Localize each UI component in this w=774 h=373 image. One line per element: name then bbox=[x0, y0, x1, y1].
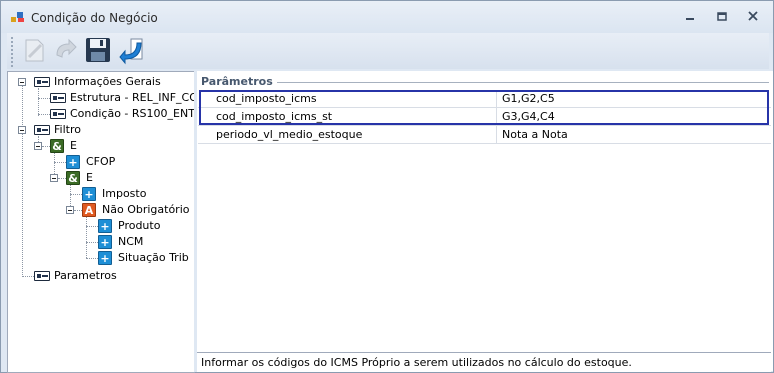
plus-condition-icon: + bbox=[66, 155, 80, 169]
app-icon bbox=[11, 12, 24, 22]
tree-item-condicao[interactable]: Condição - RS100_ENTR bbox=[8, 106, 195, 122]
collapse-icon[interactable] bbox=[34, 142, 42, 150]
tree-item-label: Situação Trib bbox=[118, 251, 189, 264]
tree-item-produto[interactable]: + Produto bbox=[8, 218, 192, 234]
minimize-button[interactable] bbox=[681, 9, 699, 25]
tree-item-label: Imposto bbox=[102, 187, 147, 200]
tree-item-label: Parametros bbox=[54, 269, 117, 282]
window-title: Condição do Negócio bbox=[31, 11, 158, 25]
param-name-cell[interactable]: periodo_vl_medio_estoque bbox=[198, 126, 497, 143]
tree-item-estrutura[interactable]: Estrutura - REL_INF_CO bbox=[8, 90, 195, 106]
tree-item-imposto[interactable]: + Imposto bbox=[8, 186, 192, 202]
and-operator-icon: & bbox=[50, 139, 64, 153]
tree-item-cfop[interactable]: + CFOP bbox=[8, 154, 192, 170]
plus-condition-icon: + bbox=[98, 235, 112, 249]
tree-view[interactable]: Informações Gerais Estrutura - REL_INF_C… bbox=[7, 71, 195, 373]
plus-condition-icon: + bbox=[98, 219, 112, 233]
main-window: Condição do Negócio Informações Gerais E… bbox=[0, 0, 774, 373]
tree-item-label: Filtro bbox=[54, 123, 81, 136]
save-button[interactable] bbox=[83, 35, 113, 65]
tree-item-label: NCM bbox=[118, 235, 144, 248]
tree-item-label: Produto bbox=[118, 219, 161, 232]
section-divider bbox=[267, 82, 769, 83]
redo-button[interactable] bbox=[51, 35, 81, 65]
tree-item-e[interactable]: & E bbox=[8, 138, 192, 154]
or-operator-icon: A bbox=[82, 203, 96, 217]
exit-arrow-icon bbox=[119, 38, 143, 65]
new-button[interactable] bbox=[19, 35, 49, 65]
tree-item-label: Não Obrigatório bbox=[102, 203, 190, 216]
tree-item-e-nested[interactable]: & E bbox=[8, 170, 192, 186]
description-text: Informar os códigos do ICMS Próprio a se… bbox=[201, 356, 632, 369]
redo-icon bbox=[56, 38, 77, 58]
parameters-panel: Parâmetros cod_imposto_icms G1,G2,C5 cod… bbox=[197, 71, 773, 372]
tree-item-label: Condição - RS100_ENTR bbox=[70, 107, 195, 120]
collapse-icon[interactable] bbox=[50, 174, 58, 182]
tree-item-filtro[interactable]: Filtro bbox=[8, 122, 192, 138]
minimize-icon bbox=[686, 18, 694, 20]
tree-item-label: Estrutura - REL_INF_CO bbox=[70, 91, 195, 104]
restore-button[interactable] bbox=[713, 9, 731, 25]
tree-item-label: E bbox=[70, 139, 77, 152]
new-document-icon bbox=[25, 39, 44, 62]
table-icon bbox=[50, 109, 66, 119]
toolbar-grip[interactable] bbox=[11, 37, 16, 67]
description-box: Informar os códigos do ICMS Próprio a se… bbox=[197, 352, 771, 372]
selection-highlight bbox=[199, 90, 769, 125]
tree-item-label: CFOP bbox=[86, 155, 116, 168]
param-name: periodo_vl_medio_estoque bbox=[216, 128, 363, 141]
table-icon bbox=[34, 125, 50, 135]
tree-item-label: E bbox=[86, 171, 93, 184]
tree-item-situacao[interactable]: + Situação Trib bbox=[8, 250, 192, 266]
restore-icon bbox=[717, 12, 727, 21]
tree-item-ncm[interactable]: + NCM bbox=[8, 234, 192, 250]
tree-item-nao-obrigatorio[interactable]: A Não Obrigatório bbox=[8, 202, 192, 218]
plus-condition-icon: + bbox=[98, 251, 112, 265]
collapse-icon[interactable] bbox=[66, 206, 74, 214]
grid-row[interactable]: periodo_vl_medio_estoque Nota a Nota bbox=[198, 126, 771, 144]
section-title: Parâmetros bbox=[201, 75, 277, 88]
save-icon bbox=[86, 38, 110, 62]
collapse-icon[interactable] bbox=[18, 126, 26, 134]
and-operator-icon: & bbox=[66, 171, 80, 185]
table-icon bbox=[34, 271, 50, 281]
tree-item-label: Informações Gerais bbox=[54, 75, 161, 88]
tree-item-parametros[interactable]: Parametros bbox=[8, 268, 192, 284]
tree-item-informacoes-gerais[interactable]: Informações Gerais bbox=[8, 74, 192, 90]
toolbar bbox=[7, 33, 769, 69]
collapse-icon[interactable] bbox=[18, 78, 26, 86]
close-icon bbox=[748, 11, 758, 21]
plus-condition-icon: + bbox=[82, 187, 96, 201]
exit-button[interactable] bbox=[117, 35, 147, 65]
title-bar[interactable]: Condição do Negócio bbox=[1, 1, 773, 33]
param-value: Nota a Nota bbox=[502, 128, 568, 141]
table-icon bbox=[50, 93, 66, 103]
table-icon bbox=[34, 77, 50, 87]
close-button[interactable] bbox=[744, 9, 762, 25]
